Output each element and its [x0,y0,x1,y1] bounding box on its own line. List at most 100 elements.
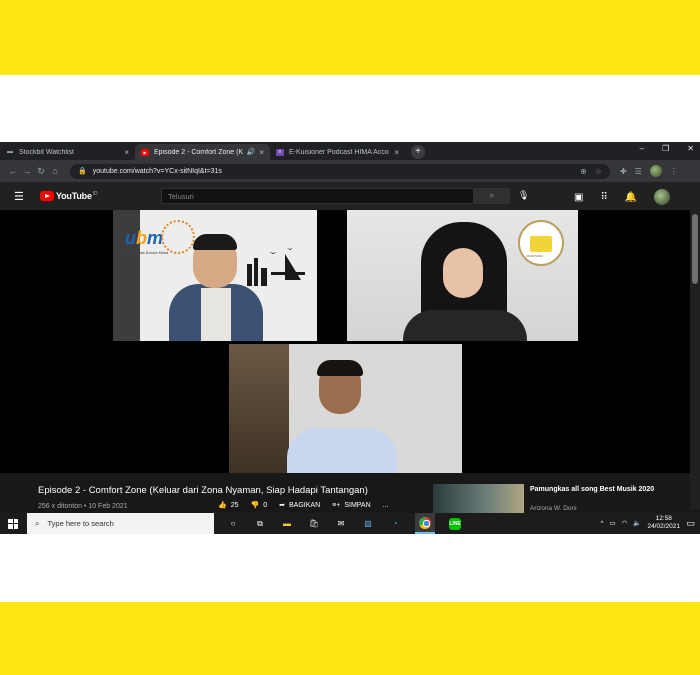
home-icon[interactable]: ⌂ [48,166,62,176]
forms-icon: ≡ [276,148,284,156]
chevron-up-icon[interactable]: ^ [600,520,603,527]
close-icon[interactable]: × [394,148,399,157]
create-video-icon[interactable]: ▣ [574,192,583,203]
more-actions-button[interactable]: ... [383,502,389,509]
stockbit-icon: ▬ [7,149,13,155]
ubm-tagline: Universitas Bunda Mulia [125,250,169,255]
host-hair [193,234,237,250]
search-icon: ⌕ [35,518,40,528]
taskbar-search-placeholder: Type here to search [47,519,114,528]
maximize-icon[interactable]: ❐ [662,144,669,153]
window-close-icon[interactable]: ✕ [687,144,694,153]
thumbs-down-icon: 👎 [250,502,260,509]
thumbs-up-icon: 👍 [218,502,227,509]
guest1-face [443,248,483,298]
hima-crest-logo: AKUNTANSI [518,220,564,266]
tab-youtube[interactable]: ▶ Episode 2 - Comfort Zone (K 🔊 × [135,144,270,160]
reading-list-icon[interactable]: ☰ [635,167,642,176]
clock[interactable]: 12:58 24/02/2021 [647,515,680,531]
bell-icon[interactable]: 🔔 [625,192,637,203]
video-player[interactable]: ubm Universitas Bunda Mulia AKUNTANSI [0,210,690,473]
playlist-add-icon: ≡+ [332,501,341,509]
clock-date: 24/02/2021 [647,523,680,530]
video-info: Episode 2 - Comfort Zone (Keluar dari Zo… [0,473,690,514]
dislike-button[interactable]: 👎 0 [250,501,268,510]
door [229,344,289,473]
ubm-logo-ring [161,220,195,254]
profile-avatar[interactable] [649,165,662,177]
video-views-date: 256 x ditonton • 10 Feb 2021 [38,503,128,510]
youtube-play-icon [40,191,54,201]
hamburger-icon[interactable]: ☰ [14,190,28,203]
like-button[interactable]: 👍 25 [218,501,239,510]
wifi-icon[interactable]: ◠ [622,519,628,527]
store-icon[interactable]: 🛍 [307,517,321,531]
bottom-yellow-band [0,602,700,675]
share-icon: ➦ [279,502,286,509]
cortana-icon[interactable]: ○ [226,517,240,531]
apps-grid-icon[interactable]: ⠿ [600,192,607,203]
file-explorer-icon[interactable]: ▬ [280,517,294,531]
mail-icon[interactable]: ✉ [334,517,348,531]
edge-icon[interactable]: ◔ [388,517,402,531]
line-taskbar-button[interactable]: LINE [448,517,462,531]
video-feed-guest-2 [229,344,462,473]
header-icons: ▣ ⠿ 🔔 [574,189,671,205]
extensions-area: ✚ ☰ ⋮ [620,165,678,177]
recommended-channel: Arizona W. Doni [530,505,577,512]
close-icon[interactable]: × [259,148,264,157]
video-feed-guest-1: AKUNTANSI [347,210,578,341]
speaker-icon[interactable]: 🔊 [247,148,256,156]
recommended-thumbnail[interactable] [433,484,524,514]
back-icon[interactable]: ← [6,166,20,176]
microphone-icon[interactable]: 🎙 [518,190,529,201]
youtube-icon: ▶ [141,148,149,156]
more-vertical-icon[interactable]: ⋮ [670,167,678,176]
reload-icon[interactable]: ↻ [34,166,48,177]
city-wall-decal [247,248,305,286]
share-button[interactable]: ➦ BAGIKAN [279,501,320,510]
tab-title: E-Kuisioner Podcast HIMA Acco [289,148,389,156]
search-input[interactable]: Telusuri [161,188,474,204]
forward-icon[interactable]: → [20,166,34,176]
crest-emblem [530,236,552,252]
ubm-logo: ubm [125,228,164,248]
volume-icon[interactable]: 🔈 [633,519,641,527]
save-button[interactable]: ≡+ SIMPAN [332,502,371,509]
install-icon[interactable]: ⊕ [580,167,587,176]
crest-text: AKUNTANSI [526,254,543,258]
chrome-taskbar-button[interactable] [415,513,435,534]
line-icon: LINE [449,517,461,530]
puzzle-icon[interactable]: ✚ [620,167,627,176]
tab-stockbit[interactable]: ▬ Stockbit Watchlist × [0,144,135,160]
page-scrollbar[interactable] [690,210,700,510]
tab-title: Episode 2 - Comfort Zone (K [154,148,244,156]
photos-icon[interactable]: ▧ [361,517,375,531]
tab-strip: ▬ Stockbit Watchlist × ▶ Episode 2 - Com… [0,142,700,160]
battery-icon[interactable]: ▭ [610,519,616,527]
tab-title: Stockbit Watchlist [19,148,74,156]
notification-icon[interactable]: ▭ [686,518,695,529]
video-title: Episode 2 - Comfort Zone (Keluar dari Zo… [38,485,368,496]
chrome-icon [419,516,431,529]
windows-taskbar: ⌕ Type here to search ○ ⧉ ▬ 🛍 ✉ ▧ ◔ LINE… [0,513,700,534]
minimize-icon[interactable]: – [640,144,644,153]
guest2-hair [317,360,363,376]
taskbar-apps: ○ ⧉ ▬ 🛍 ✉ ▧ ◔ LINE [226,513,462,534]
windows-start-icon[interactable] [8,518,18,529]
tab-forms[interactable]: ≡ E-Kuisioner Podcast HIMA Acco × [270,144,405,160]
taskbar-search-input[interactable]: ⌕ Type here to search [27,513,214,534]
video-actions: 👍 25 👎 0 ➦ BAGIKAN ≡+ SIMPAN ... [218,501,389,510]
scrollbar-thumb[interactable] [692,214,698,284]
search-icon[interactable]: ⌕ [474,188,510,204]
address-bar[interactable]: 🔒 youtube.com/watch?v=YCx-sitNIqI&t=31s … [70,163,610,179]
youtube-logo[interactable]: YouTubeID [40,191,98,201]
new-tab-button[interactable]: + [411,145,425,159]
window-controls: – ❐ ✕ [640,144,694,153]
recommended-title[interactable]: Pamungkas all song Best Musik 2020 [530,485,660,494]
task-view-icon[interactable]: ⧉ [253,517,267,531]
account-avatar[interactable] [654,189,671,205]
star-icon[interactable]: ☆ [595,167,602,176]
youtube-wordmark: YouTubeID [56,191,98,201]
close-icon[interactable]: × [124,148,129,157]
